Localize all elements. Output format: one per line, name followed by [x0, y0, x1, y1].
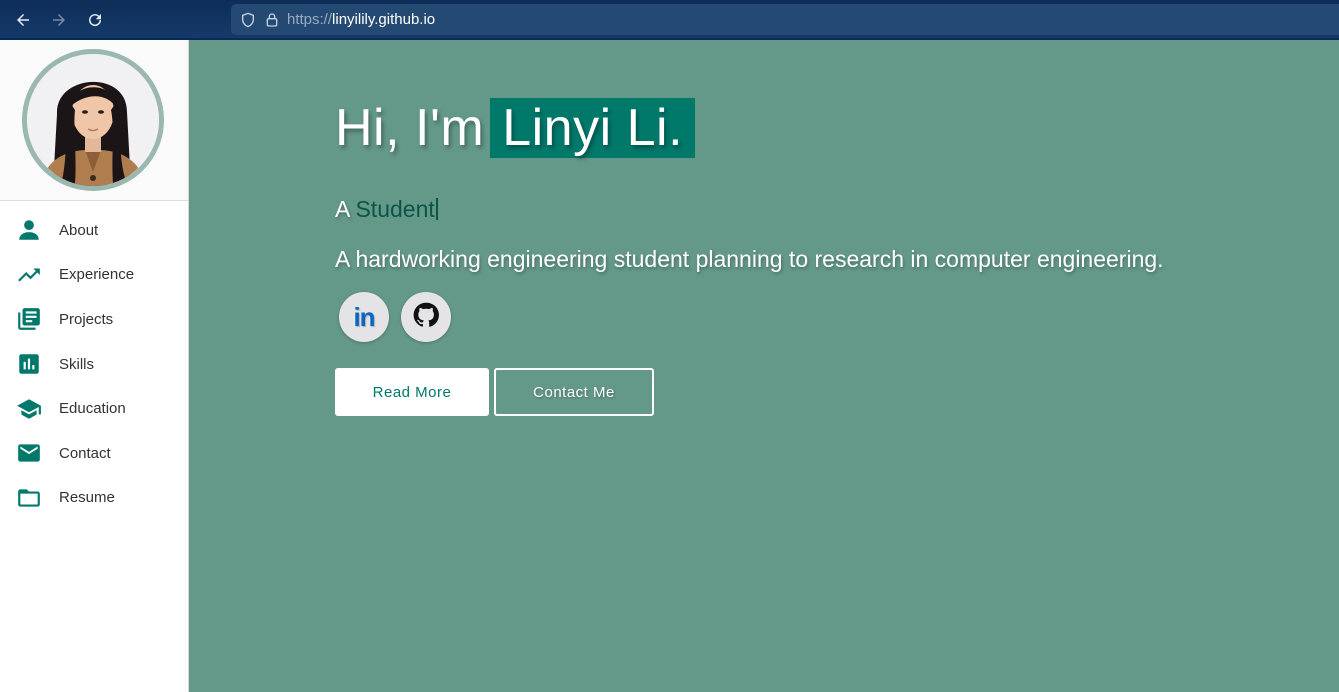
mail-icon: [16, 440, 42, 466]
url-bar[interactable]: https://linyilily.github.io: [231, 4, 1339, 35]
profile-area: [0, 40, 188, 201]
contact-me-button[interactable]: Contact Me: [494, 368, 654, 416]
sidebar-item-education[interactable]: Education: [0, 386, 188, 431]
sidebar-nav: About Experience Projects Skills Educati…: [0, 201, 188, 520]
browser-toolbar: https://linyilily.github.io: [0, 0, 1339, 40]
read-more-button[interactable]: Read More: [335, 368, 489, 416]
graduation-cap-icon: [16, 396, 42, 422]
sidebar-item-experience[interactable]: Experience: [0, 253, 188, 298]
sidebar-item-skills[interactable]: Skills: [0, 342, 188, 387]
sidebar-item-label: Skills: [59, 355, 95, 373]
forward-arrow-icon[interactable]: [46, 8, 72, 32]
reload-icon[interactable]: [82, 8, 108, 32]
avatar: [22, 49, 164, 191]
folder-icon: [16, 485, 42, 511]
url-host: linyilily.github.io: [332, 11, 436, 28]
hero-greeting: Hi, I'm Linyi Li.: [335, 98, 696, 158]
trending-up-icon: [16, 262, 42, 288]
hero-subtitle: A Student: [335, 196, 438, 223]
sidebar-item-label: Projects: [59, 310, 114, 328]
bar-chart-icon: [16, 351, 42, 377]
sidebar-item-label: Experience: [59, 266, 135, 284]
social-links: in: [339, 292, 451, 342]
person-icon: [16, 217, 42, 243]
linkedin-link[interactable]: in: [339, 292, 389, 342]
sidebar-item-about[interactable]: About: [0, 208, 188, 253]
sidebar-item-contact[interactable]: Contact: [0, 431, 188, 476]
sidebar-item-projects[interactable]: Projects: [0, 297, 188, 342]
github-icon: [412, 301, 440, 333]
hero-name: Linyi Li.: [490, 98, 696, 158]
linkedin-icon: in: [353, 301, 375, 332]
subtitle-prefix: A: [335, 196, 350, 222]
hero-section: Hi, I'm Linyi Li. A Student A hardworking…: [189, 40, 1339, 692]
shield-icon[interactable]: [239, 11, 257, 29]
typing-cursor: [435, 198, 438, 220]
greeting-prefix: Hi, I'm: [335, 99, 485, 157]
back-arrow-icon[interactable]: [10, 8, 36, 32]
sidebar-item-label: Resume: [59, 489, 115, 507]
sidebar-item-label: Contact: [59, 444, 111, 462]
hero-tagline: A hardworking engineering student planni…: [335, 246, 1164, 272]
sidebar-item-label: Education: [59, 400, 126, 418]
sidebar-item-label: About: [59, 221, 99, 239]
library-books-icon: [16, 306, 42, 332]
url-scheme: https://: [287, 11, 333, 28]
hero-role: Student: [355, 196, 435, 222]
lock-icon[interactable]: [263, 11, 281, 29]
sidebar: About Experience Projects Skills Educati…: [0, 40, 189, 692]
sidebar-item-resume[interactable]: Resume: [0, 476, 188, 521]
github-link[interactable]: [401, 292, 451, 342]
